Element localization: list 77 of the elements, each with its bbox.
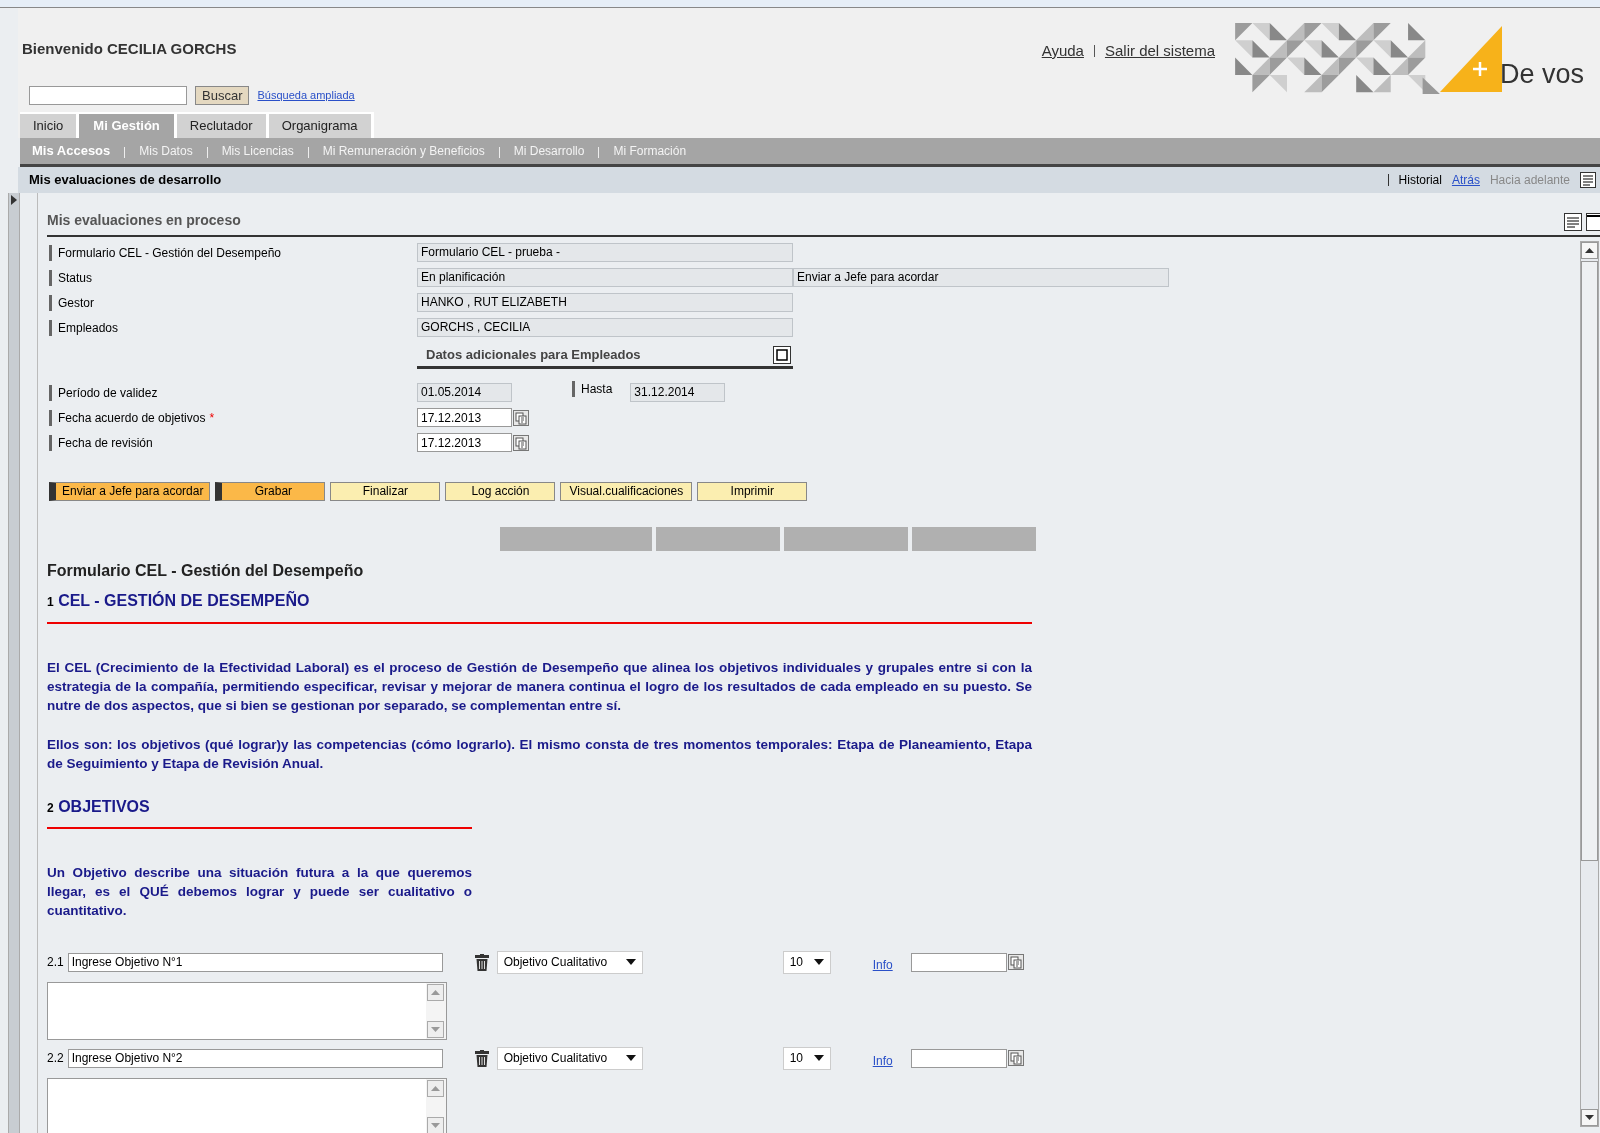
objective-input[interactable]: Ingrese Objetivo N°2 xyxy=(67,1048,443,1068)
action-button[interactable]: Imprimir xyxy=(697,482,808,501)
section-title: 1 CEL - GESTIÓN DE DESEMPEÑO xyxy=(47,590,310,611)
list-view-icon[interactable] xyxy=(1564,213,1582,231)
caret-icon xyxy=(813,1055,824,1061)
menu-icon[interactable] xyxy=(1580,172,1596,188)
nav-tab[interactable]: Reclutador xyxy=(176,114,266,138)
history-dropdown[interactable]: Historial xyxy=(1398,171,1442,189)
readonly-field: 31.12.2014 xyxy=(630,383,726,402)
weight-dropdown[interactable]: 10 xyxy=(782,1046,831,1070)
info-link[interactable]: Info xyxy=(872,956,893,974)
nav-tab[interactable]: Organigrama xyxy=(268,114,371,138)
action-button[interactable]: Visual.cualificaciones xyxy=(560,482,693,501)
caret-icon xyxy=(625,1055,636,1061)
objective-input[interactable]: Ingrese Objetivo N°1 xyxy=(67,952,443,972)
description-text: El CEL (Crecimiento de la Efectividad Laboral) es el proceso de Gestión de Desempeño que alinea los objetivos individuales y grupales entre si con la estrategia de la compañía, permitiendo especificar, revisar y mejorar de manera continua el logro de los resultados de cada empleado en su puesto. Se nutre de dos aspectos, que si bien se gestionan por separado, se complementan entre sí. xyxy=(47,659,1032,715)
field-label: Hasta xyxy=(581,380,613,398)
field-label: Status xyxy=(58,269,93,287)
section-title: 2 OBJETIVOS xyxy=(47,797,150,817)
readonly-field: En planificación xyxy=(417,268,793,287)
description-text: Un Objetivo describe una situación futura a la que queremos llegar, es el QUÉ debemos lograr y puede ser cualitativo o cuantitativo. xyxy=(47,864,472,920)
expand-arrow-icon[interactable] xyxy=(11,195,17,205)
objective-number: 2.1 xyxy=(47,954,64,971)
back-link[interactable]: Atrás xyxy=(1451,171,1480,189)
field-label: Formulario CEL - Gestión del Desempeño xyxy=(58,244,281,262)
trash-icon[interactable] xyxy=(474,1049,489,1067)
readonly-field: HANKO , RUT ELIZABETH xyxy=(417,293,793,312)
required-mark: * xyxy=(209,409,215,427)
caret-icon xyxy=(625,959,636,965)
section-header: Datos adicionales para Empleados xyxy=(426,345,641,364)
calendar-icon[interactable] xyxy=(1007,954,1024,970)
logo-text: De vos xyxy=(1500,61,1585,88)
field-label: Período de validez xyxy=(58,384,158,402)
field-label: Gestor xyxy=(58,294,94,312)
readonly-field: Enviar a Jefe para acordar xyxy=(793,268,1169,287)
weight-dropdown[interactable]: 10 xyxy=(782,950,831,974)
action-button[interactable]: Enviar a Jefe para acordar xyxy=(49,482,211,501)
calendar-icon[interactable] xyxy=(513,434,529,451)
page-title: Mis evaluaciones de desarrollo xyxy=(29,171,222,190)
scroll-down-icon[interactable] xyxy=(1581,1109,1598,1126)
welcome-text: Bienvenido CECILIA GORCHS xyxy=(22,39,237,59)
nav-tab[interactable]: Inicio xyxy=(20,114,77,138)
date-field[interactable]: 17.12.2013 xyxy=(417,433,512,452)
objective-number: 2.2 xyxy=(47,1050,64,1067)
objective-type-dropdown[interactable]: Objetivo Cualitativo xyxy=(496,950,643,974)
scrollbar[interactable] xyxy=(1580,241,1599,1127)
calendar-icon[interactable] xyxy=(1007,1050,1024,1066)
maximize-icon[interactable] xyxy=(1586,213,1600,231)
scroll-up-icon[interactable] xyxy=(1581,242,1598,259)
readonly-field: Formulario CEL - prueba - xyxy=(417,243,793,262)
description-text: Ellos son: los objetivos (qué lograr)y las competencias (cómo lograrlo). El mismo consta de tres momentos temporales: Etapa de Planeamiento, Etapa de Seguimiento y Etapa de Revisión Anual. xyxy=(47,736,1032,773)
caret-icon xyxy=(813,959,824,965)
readonly-field: GORCHS , CECILIA xyxy=(417,318,793,337)
calendar-icon[interactable] xyxy=(513,409,529,426)
action-button[interactable]: Grabar xyxy=(215,482,326,501)
header-link[interactable]: Salir del sistema xyxy=(1104,40,1215,63)
readonly-field: 01.05.2014 xyxy=(417,383,512,402)
header-link[interactable]: Ayuda xyxy=(1041,40,1084,63)
action-button[interactable]: Log acción xyxy=(445,482,556,501)
trash-icon[interactable] xyxy=(474,953,489,971)
logo-triangle-icon xyxy=(1440,26,1504,92)
form-title: Formulario CEL - Gestión del Desempeño xyxy=(47,561,365,581)
field-label: Fecha de revisión xyxy=(58,434,153,452)
field-label: Empleados xyxy=(58,319,119,337)
action-button[interactable]: Finalizar xyxy=(330,482,441,501)
date-field[interactable]: 17.12.2013 xyxy=(417,408,512,427)
date-field[interactable] xyxy=(910,952,1007,972)
collapse-icon[interactable] xyxy=(773,345,791,364)
panel-title: Mis evaluaciones en proceso xyxy=(47,211,241,230)
date-field[interactable] xyxy=(910,1048,1007,1068)
search-field[interactable] xyxy=(29,86,187,105)
info-link[interactable]: Info xyxy=(872,1052,893,1070)
search-button[interactable]: Buscar xyxy=(195,86,250,105)
scroll-thumb[interactable] xyxy=(1581,261,1598,861)
objective-type-dropdown[interactable]: Objetivo Cualitativo xyxy=(496,1046,643,1070)
advanced-search-link[interactable]: Búsqueda ampliada xyxy=(257,87,355,104)
field-label: Fecha acuerdo de objetivos xyxy=(58,409,206,427)
